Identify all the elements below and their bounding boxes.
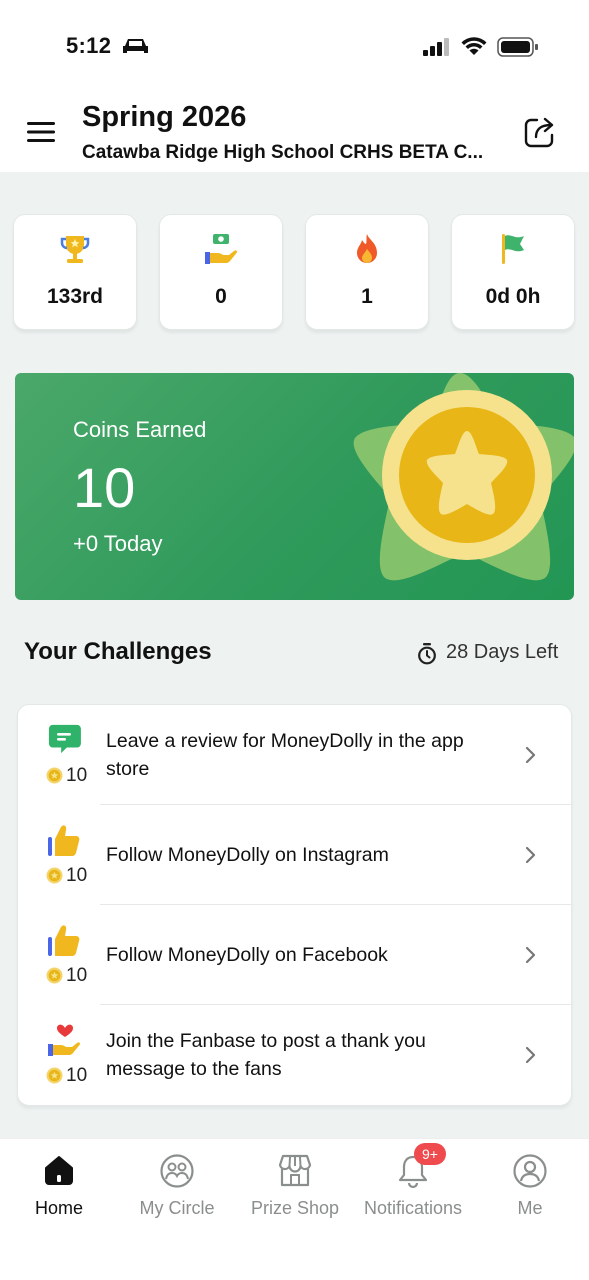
- challenge-text: Leave a review for MoneyDolly in the app…: [106, 730, 464, 780]
- coin-icon: [46, 767, 63, 784]
- coins-today-value: +0 Today: [73, 531, 163, 556]
- tab-label: Home: [34, 1198, 83, 1218]
- tab-label: Notifications: [363, 1198, 463, 1218]
- stat-card-time[interactable]: 0d 0h: [451, 214, 575, 330]
- coin-star-illustration: [353, 373, 574, 581]
- shop-icon: [278, 1154, 312, 1187]
- page-title: Spring 2026: [82, 101, 247, 133]
- donations-value: 0: [215, 285, 227, 308]
- challenge-points: 10: [66, 765, 88, 786]
- home-icon: [45, 1156, 73, 1185]
- coin-icon: [46, 867, 63, 884]
- challenge-item-review[interactable]: 10 Leave a review for MoneyDolly in the …: [18, 705, 573, 805]
- bottom-tab-bar: Home My Circle Prize Shop Notifications …: [0, 1138, 589, 1280]
- status-bar: 5:12: [0, 0, 589, 92]
- tab-notifications[interactable]: Notifications: [354, 1139, 472, 1229]
- team-name[interactable]: Catawba Ridge High School CRHS BETA C...: [82, 142, 504, 164]
- timer-icon: [418, 643, 436, 665]
- stat-card-donations[interactable]: 0: [159, 214, 283, 330]
- coin-icon: [46, 1067, 63, 1084]
- tab-label: Prize Shop: [250, 1198, 340, 1218]
- message-icon: [48, 724, 81, 754]
- flag-icon: [502, 234, 524, 264]
- tab-label: Me: [517, 1198, 543, 1218]
- thumbs-up-icon: [48, 825, 80, 856]
- tab-home[interactable]: Home: [0, 1139, 118, 1229]
- wifi-icon: [461, 37, 487, 55]
- stat-card-streak[interactable]: 1: [305, 214, 429, 330]
- challenge-item-facebook[interactable]: 10 Follow MoneyDolly on Facebook: [18, 905, 573, 1005]
- tab-me[interactable]: Me: [471, 1139, 589, 1229]
- challenge-points: 10: [66, 1065, 88, 1086]
- challenge-points: 10: [66, 865, 88, 886]
- profile-icon: [513, 1154, 547, 1188]
- coins-earned-card[interactable]: Coins Earned 10 +0 Today: [15, 373, 574, 600]
- battery-icon: [497, 37, 538, 57]
- chevron-right-icon: [525, 846, 536, 864]
- challenges-title: Your Challenges: [24, 638, 212, 665]
- circle-people-icon: [160, 1154, 194, 1188]
- thumbs-up-icon: [48, 925, 80, 956]
- main-content: 133rd 0 1 0d 0h Coins Earned 10 +0 Today…: [0, 172, 589, 1138]
- signal-icon: [423, 38, 449, 56]
- app-header: Spring 2026 Catawba Ridge High School CR…: [0, 92, 589, 172]
- donation-hand-icon: [205, 234, 238, 264]
- chevron-right-icon: [525, 946, 536, 964]
- status-time: 5:12: [66, 33, 112, 58]
- flame-icon: [357, 234, 377, 263]
- heart-hand-icon: [48, 1024, 81, 1056]
- challenge-item-instagram[interactable]: 10 Follow MoneyDolly on Instagram: [18, 805, 573, 905]
- share-icon[interactable]: [522, 114, 558, 150]
- coins-earned-label: Coins Earned: [73, 417, 207, 442]
- days-left: 28 Days Left: [446, 641, 559, 663]
- tab-my-circle[interactable]: My Circle: [118, 1139, 236, 1229]
- rank-value: 133rd: [46, 285, 104, 308]
- trophy-icon: [60, 236, 90, 263]
- tab-label: My Circle: [139, 1198, 215, 1218]
- menu-icon[interactable]: [27, 122, 55, 142]
- challenge-list: 10 Leave a review for MoneyDolly in the …: [17, 704, 573, 1106]
- challenge-text: Join the Fanbase to post a thank you mes…: [106, 1030, 426, 1080]
- notification-badge: 9+: [414, 1143, 446, 1165]
- time-value: 0d 0h: [485, 285, 541, 308]
- tab-prize-shop[interactable]: Prize Shop: [236, 1139, 354, 1229]
- chevron-right-icon: [525, 1046, 536, 1064]
- coin-icon: [46, 967, 63, 984]
- challenge-item-fanbase[interactable]: 10 Join the Fanbase to post a thank you …: [18, 1005, 573, 1105]
- challenge-points: 10: [66, 965, 88, 986]
- challenge-text: Follow MoneyDolly on Instagram: [106, 844, 389, 866]
- stat-card-rank[interactable]: 133rd: [13, 214, 137, 330]
- challenge-text: Follow MoneyDolly on Facebook: [106, 944, 388, 966]
- car-icon: [123, 39, 148, 53]
- streak-value: 1: [361, 285, 373, 308]
- coins-earned-value: 10: [73, 456, 136, 519]
- chevron-right-icon: [525, 746, 536, 764]
